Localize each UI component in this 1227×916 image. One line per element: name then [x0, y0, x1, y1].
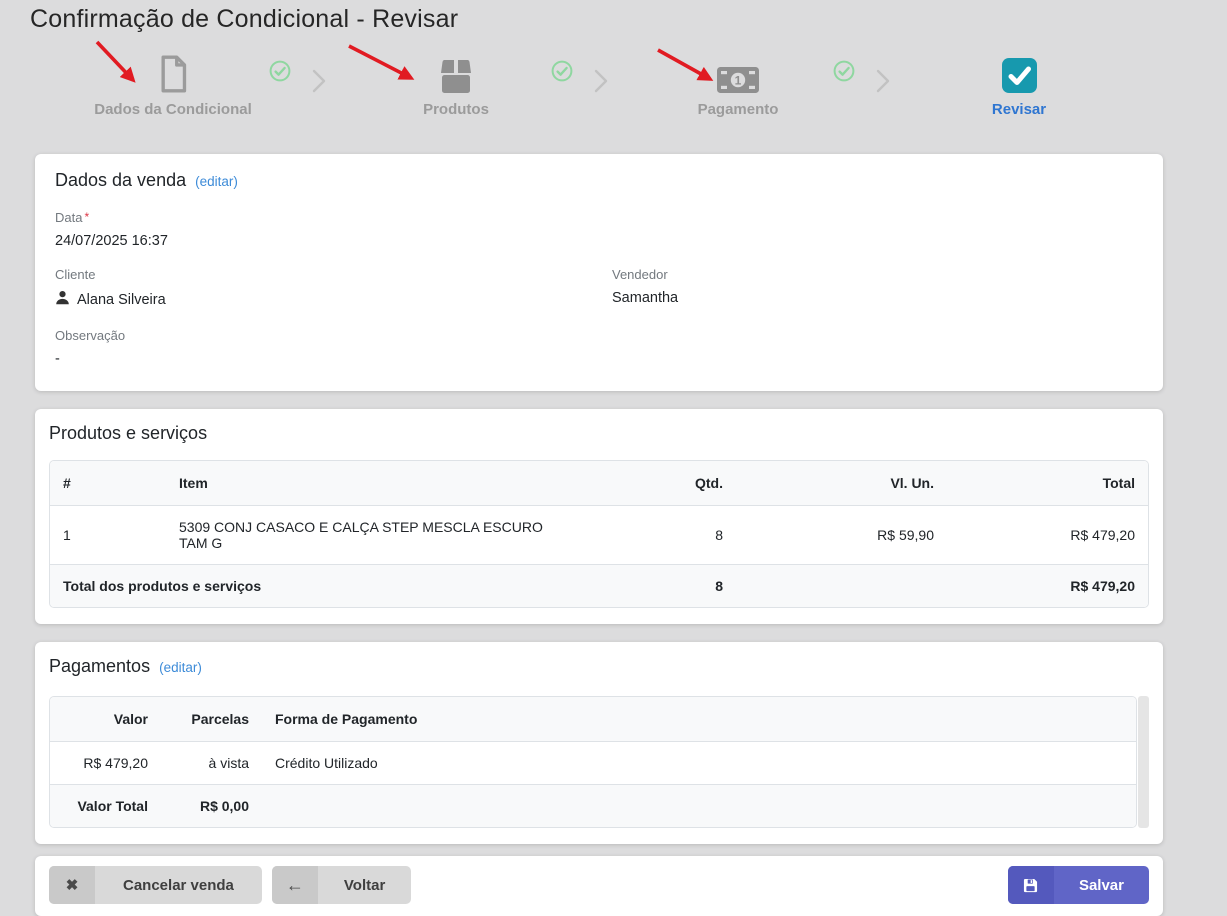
cliente-field-label: Cliente — [55, 267, 612, 282]
save-button[interactable]: Salvar — [1008, 866, 1149, 904]
cancel-sale-button[interactable]: ✖ Cancelar venda — [49, 866, 262, 904]
payments-total-row: Valor Total R$ 0,00 — [50, 785, 1136, 828]
cell-forma: Crédito Utilizado — [262, 742, 1136, 785]
observacao-field-value: - — [55, 351, 1143, 367]
products-header-row: # Item Qtd. Vl. Un. Total — [50, 461, 1148, 506]
sale-data-card: Dados da venda (editar) Data* 24/07/2025… — [35, 154, 1163, 391]
svg-text:1: 1 — [735, 73, 742, 87]
col-header-total: Total — [947, 461, 1148, 506]
payments-edit-link[interactable]: (editar) — [159, 660, 202, 675]
products-total-row: Total dos produtos e serviços 8 R$ 479,2… — [50, 565, 1148, 608]
save-floppy-icon — [1008, 866, 1054, 904]
cell-unit: R$ 59,90 — [736, 506, 947, 565]
observacao-field-label: Observação — [55, 328, 1143, 343]
step-label: Pagamento — [628, 101, 848, 118]
close-icon: ✖ — [49, 866, 95, 904]
products-card-title: Produtos e serviços — [49, 423, 207, 444]
table-row: 1 5309 CONJ CASACO E CALÇA STEP MESCLA E… — [50, 506, 1148, 565]
step-label: Revisar — [909, 101, 1129, 118]
sale-card-title: Dados da venda — [55, 170, 186, 191]
step-label: Produtos — [346, 101, 566, 118]
arrow-left-icon: ← — [272, 866, 318, 904]
cell-item: 5309 CONJ CASACO E CALÇA STEP MESCLA ESC… — [166, 506, 580, 565]
chevron-right-icon — [588, 68, 614, 99]
step-produtos[interactable]: Produtos — [346, 51, 566, 118]
products-table: # Item Qtd. Vl. Un. Total 1 5309 CONJ CA… — [49, 460, 1149, 608]
data-field-value: 24/07/2025 16:37 — [55, 233, 1143, 249]
document-icon — [63, 51, 283, 93]
cancel-sale-label: Cancelar venda — [95, 866, 262, 904]
products-total-qty: 8 — [580, 565, 736, 608]
step-complete-check-icon — [833, 60, 855, 87]
step-complete-check-icon — [551, 60, 573, 87]
vendedor-field-label: Vendedor — [612, 267, 1143, 282]
payments-total-label: Valor Total — [50, 785, 161, 828]
cell-total: R$ 479,20 — [947, 506, 1148, 565]
cliente-field-value: Alana Silveira — [77, 292, 166, 308]
products-total-label: Total dos produtos e serviços — [50, 565, 580, 608]
sale-edit-link[interactable]: (editar) — [195, 174, 238, 189]
step-complete-check-icon — [269, 60, 291, 87]
banknote-icon: 1 — [628, 51, 848, 93]
cell-num: 1 — [50, 506, 166, 565]
check-square-icon — [909, 51, 1129, 93]
table-row: R$ 479,20 à vista Crédito Utilizado — [50, 742, 1136, 785]
col-header-unit: Vl. Un. — [736, 461, 947, 506]
step-label: Dados da Condicional — [63, 101, 283, 118]
col-header-parcelas: Parcelas — [161, 697, 262, 742]
back-button[interactable]: ← Voltar — [272, 866, 411, 904]
step-dados-da-condicional[interactable]: Dados da Condicional — [63, 51, 283, 118]
chevron-right-icon — [870, 68, 896, 99]
box-icon — [346, 51, 566, 93]
required-asterisk: * — [84, 210, 89, 224]
wizard-stepper: Dados da Condicional Produtos 1 Pagament… — [0, 39, 1227, 129]
col-header-valor: Valor — [50, 697, 161, 742]
payments-header-row: Valor Parcelas Forma de Pagamento — [50, 697, 1136, 742]
products-card: Produtos e serviços # Item Qtd. Vl. Un. … — [35, 409, 1163, 624]
data-field-label: Data* — [55, 210, 1143, 225]
step-pagamento[interactable]: 1 Pagamento — [628, 51, 848, 118]
col-header-num: # — [50, 461, 166, 506]
cell-qty: 8 — [580, 506, 736, 565]
payments-card-title: Pagamentos — [49, 656, 150, 677]
products-total-value: R$ 479,20 — [947, 565, 1148, 608]
col-header-forma: Forma de Pagamento — [262, 697, 1136, 742]
back-label: Voltar — [318, 866, 411, 904]
page-title: Confirmação de Condicional - Revisar — [0, 0, 1227, 34]
person-icon — [55, 290, 70, 309]
payments-card: Pagamentos (editar) Valor Parcelas Forma… — [35, 642, 1163, 844]
col-header-item: Item — [166, 461, 580, 506]
save-label: Salvar — [1054, 866, 1149, 904]
step-revisar[interactable]: Revisar — [909, 51, 1129, 118]
cell-valor: R$ 479,20 — [50, 742, 161, 785]
vendedor-field-value: Samantha — [612, 290, 1143, 306]
col-header-qty: Qtd. — [580, 461, 736, 506]
payments-table-scrollbar[interactable] — [1138, 696, 1149, 828]
payments-total-value: R$ 0,00 — [161, 785, 262, 828]
payments-table: Valor Parcelas Forma de Pagamento R$ 479… — [49, 696, 1137, 828]
chevron-right-icon — [306, 68, 332, 99]
action-bar: ✖ Cancelar venda ← Voltar Salvar — [35, 856, 1163, 916]
cell-parcelas: à vista — [161, 742, 262, 785]
